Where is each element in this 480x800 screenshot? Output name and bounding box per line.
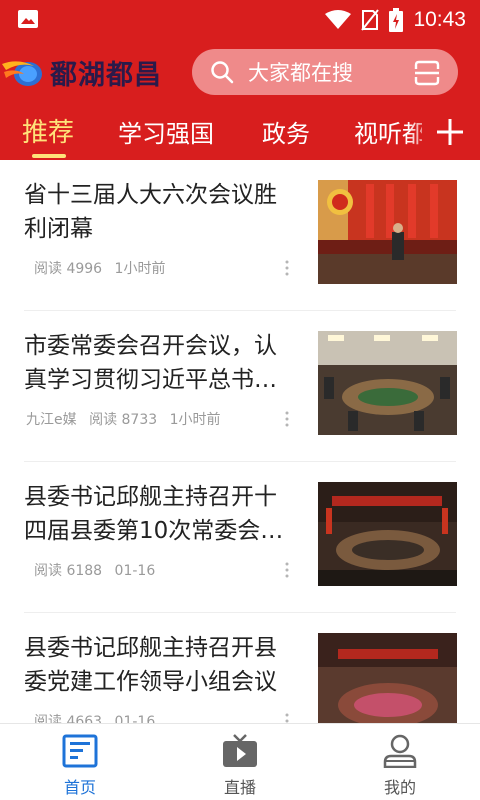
bottom-navigation: 首页 直播 我的 [0, 723, 480, 800]
news-meta: 九江e媒 阅读 8733 1小时前 [26, 409, 229, 429]
plus-icon [437, 119, 463, 145]
search-icon [211, 61, 234, 84]
news-source: 九江e媒 [26, 412, 77, 428]
search-bar[interactable]: 大家都在搜 [192, 49, 458, 95]
news-meta: 阅读 4996 1小时前 [26, 258, 173, 278]
news-reads: 阅读 8733 [89, 412, 158, 428]
news-meta: 阅读 6188 01-16 [26, 560, 163, 580]
news-title[interactable]: 市委常委会召开会议，认真学习贯彻习近平总书记重要讲话精神 [24, 329, 296, 397]
news-meta: 阅读 4663 01-16 [26, 711, 163, 723]
no-sim-icon [361, 9, 380, 31]
nav-label-profile: 我的 [383, 778, 416, 797]
app-name: 鄱湖都昌 [50, 59, 162, 91]
app-header: 鄱湖都昌 大家都在搜 [0, 40, 480, 104]
gallery-icon [18, 10, 38, 28]
scan-icon[interactable] [414, 60, 440, 86]
news-time: 1小时前 [114, 261, 166, 277]
user-icon [383, 734, 417, 768]
clock: 10:43 [413, 8, 466, 31]
tab-xuexi-qiangguo[interactable]: 学习强国 [118, 114, 214, 149]
news-item[interactable]: 县委书记邱舰主持召开十四届县委第10次常委会会议 阅读 6188 01-16 [0, 462, 480, 613]
tv-icon [223, 734, 257, 767]
more-options-icon[interactable] [284, 562, 290, 578]
logo-swoosh-icon [2, 61, 42, 86]
news-reads: 阅读 4663 [34, 714, 103, 723]
news-reads: 阅读 6188 [34, 563, 103, 579]
status-bar: 10:43 [0, 0, 480, 40]
add-channel-button[interactable] [422, 104, 480, 160]
news-thumbnail[interactable] [318, 482, 457, 586]
news-title[interactable]: 省十三届人大六次会议胜利闭幕 [24, 178, 296, 246]
news-item[interactable]: 市委常委会召开会议，认真学习贯彻习近平总书记重要讲话精神 九江e媒 阅读 873… [0, 311, 480, 462]
nav-live[interactable]: 直播 [180, 724, 300, 800]
more-options-icon[interactable] [284, 713, 290, 723]
news-reads: 阅读 4996 [34, 261, 103, 277]
nav-home[interactable]: 首页 [20, 724, 140, 800]
news-thumbnail[interactable] [318, 180, 457, 284]
news-time: 1小时前 [169, 412, 221, 428]
tab-government[interactable]: 政务 [262, 114, 310, 149]
battery-charging-icon [389, 8, 404, 32]
active-tab-indicator [32, 154, 66, 158]
app-screen: 10:43 鄱湖都昌 大家都在搜 推荐 学习强国 政务 视听都昌 省十三届人大六… [0, 0, 480, 800]
news-title[interactable]: 县委书记邱舰主持召开县委党建工作领导小组会议 [24, 631, 296, 699]
news-item[interactable]: 县委书记邱舰主持召开县委党建工作领导小组会议 阅读 4663 01-16 [0, 613, 480, 723]
nav-label-home: 首页 [63, 778, 96, 797]
nav-profile[interactable]: 我的 [340, 724, 460, 800]
more-options-icon[interactable] [284, 260, 290, 276]
app-logo[interactable]: 鄱湖都昌 [0, 50, 162, 94]
news-item[interactable]: 省十三届人大六次会议胜利闭幕 阅读 4996 1小时前 [0, 160, 480, 311]
news-thumbnail[interactable] [318, 633, 457, 723]
news-thumbnail[interactable] [318, 331, 457, 435]
news-time: 01-16 [114, 563, 156, 579]
nav-label-live: 直播 [223, 778, 256, 797]
search-placeholder: 大家都在搜 [248, 61, 353, 85]
tab-recommend[interactable]: 推荐 [22, 112, 74, 149]
more-options-icon[interactable] [284, 411, 290, 427]
status-icons: 10:43 [325, 6, 466, 34]
wifi-icon [325, 10, 352, 29]
news-feed: 省十三届人大六次会议胜利闭幕 阅读 4996 1小时前 市委常委会召开会议，认真… [0, 160, 480, 723]
news-time: 01-16 [114, 714, 156, 723]
news-title[interactable]: 县委书记邱舰主持召开十四届县委第10次常委会会议 [24, 480, 296, 548]
news-icon [62, 734, 98, 768]
channel-tabs: 推荐 学习强国 政务 视听都昌 [0, 104, 480, 160]
